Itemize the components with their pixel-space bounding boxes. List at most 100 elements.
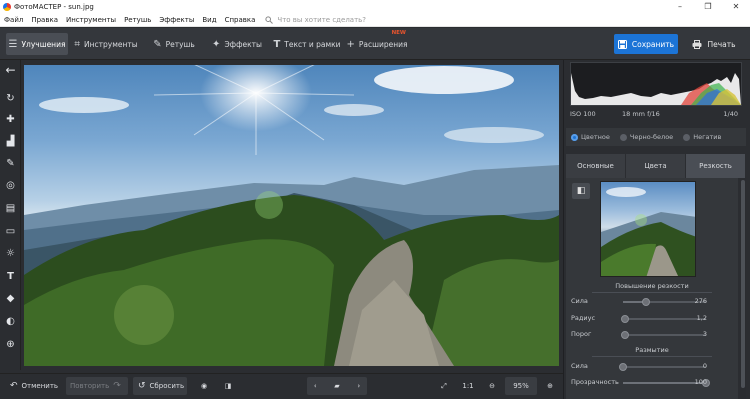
tab-text-frames-label: Текст и рамки	[284, 39, 341, 49]
menu-effects[interactable]: Эффекты	[155, 16, 198, 24]
menu-edit[interactable]: Правка	[27, 16, 62, 24]
menu-view[interactable]: Вид	[198, 16, 220, 24]
mode-color[interactable]: Цветное	[571, 133, 610, 141]
target-icon[interactable]: ⊕	[3, 337, 18, 352]
slider-threshold-label: Порог	[571, 330, 592, 338]
mode-bw[interactable]: Черно-белое	[619, 133, 674, 141]
floppy-disk-icon	[617, 39, 627, 49]
tab-effects[interactable]: ✦ Эффекты	[206, 33, 268, 55]
tab-sharpness[interactable]: Резкость	[686, 154, 746, 178]
lens-value: 18 mm f/16	[622, 110, 660, 118]
tab-enhance-label: Улучшения	[21, 39, 66, 49]
brush-tool-icon[interactable]: ✎	[3, 156, 18, 171]
new-badge: NEW	[391, 30, 406, 36]
zoom-out-icon[interactable]: ⊖	[485, 377, 499, 395]
save-button[interactable]: Сохранить	[614, 34, 678, 54]
blur-title-text: Размытие	[635, 346, 669, 354]
minimize-button[interactable]: –	[666, 0, 694, 13]
radial-filter-icon[interactable]: ◎	[3, 178, 18, 193]
crop-icon: ⌗	[74, 38, 80, 50]
edited-photo[interactable]	[24, 65, 559, 366]
actual-size-button[interactable]: 1:1	[460, 377, 476, 395]
sliders-icon: ☰	[8, 38, 18, 50]
tab-extensions[interactable]: + Расширения NEW	[346, 30, 408, 55]
left-tool-strip: ← ↻ ✚ ▟ ✎ ◎ ▤ ▭ ☼ T ◆ ◐ ⊕	[0, 60, 21, 370]
undo-button[interactable]: ↶ Отменить	[6, 377, 62, 395]
tab-effects-label: Эффекты	[224, 39, 262, 49]
reset-icon: ↺	[138, 381, 146, 391]
tab-extensions-label: Расширения	[358, 39, 408, 49]
zoom-in-icon[interactable]: ⊕	[543, 377, 557, 395]
slider-knob[interactable]	[642, 298, 651, 306]
scrollbar-thumb[interactable]	[741, 180, 745, 388]
slider-strength[interactable]: Сила 276	[571, 297, 739, 307]
search-placeholder: Что вы хотите сделать?	[277, 15, 367, 24]
before-after-icon[interactable]: ◨	[219, 377, 237, 395]
retouch-icon[interactable]: ◐	[3, 314, 18, 329]
redo-icon: ↷	[113, 381, 121, 391]
histogram-info: ISO 100 18 mm f/16 1/40	[570, 110, 742, 120]
iso-value: ISO 100	[570, 110, 596, 118]
text-icon: T	[273, 38, 281, 50]
brush-icon: ✎	[153, 38, 162, 50]
menu-bar: Файл Правка Инструменты Ретушь Эффекты В…	[0, 13, 750, 27]
light-icon[interactable]: ☼	[3, 246, 18, 261]
next-file-icon[interactable]: ›	[357, 382, 360, 390]
back-arrow-icon[interactable]: ←	[3, 62, 18, 77]
zoom-field[interactable]: 95%	[505, 377, 537, 395]
print-button[interactable]: Печать	[684, 34, 744, 54]
slider-opacity-value: 100	[694, 378, 707, 386]
tab-text-frames[interactable]: T Текст и рамки	[272, 33, 342, 55]
slider-threshold[interactable]: Порог 3	[571, 330, 739, 340]
menu-help[interactable]: Справка	[221, 16, 260, 24]
maximize-button[interactable]: ❐	[694, 0, 722, 13]
fit-screen-icon[interactable]: ⤢	[436, 377, 452, 395]
print-label: Печать	[707, 39, 736, 49]
prev-file-icon[interactable]: ‹	[314, 382, 317, 390]
slider-blur-strength[interactable]: Сила 0	[571, 362, 739, 372]
sharpen-section-title: Повышение резкости	[566, 282, 738, 293]
panel-tabs: Основные Цвета Резкость	[566, 154, 746, 178]
healing-brush-icon[interactable]: ✚	[3, 112, 18, 127]
slider-knob[interactable]	[620, 315, 629, 323]
undo-label: Отменить	[21, 382, 59, 390]
redo-button[interactable]: Повторить ↷	[66, 377, 128, 395]
vignette-icon[interactable]: ▭	[3, 224, 18, 239]
photo-landscape	[24, 65, 559, 366]
mode-bw-label: Черно-белое	[629, 133, 674, 141]
compare-icon[interactable]: ◧	[572, 183, 590, 199]
rotate-icon[interactable]: ↻	[3, 91, 18, 106]
tab-tools-label: Инструменты	[83, 39, 138, 49]
tab-enhance[interactable]: ☰ Улучшения	[6, 33, 68, 55]
menu-file[interactable]: Файл	[0, 16, 27, 24]
close-button[interactable]: ✕	[722, 0, 750, 13]
mode-negative[interactable]: Негатив	[683, 133, 721, 141]
tab-basic[interactable]: Основные	[566, 154, 626, 178]
menu-retouch[interactable]: Ретушь	[120, 16, 155, 24]
tab-tools[interactable]: ⌗ Инструменты	[72, 33, 140, 55]
slider-knob[interactable]	[619, 363, 627, 371]
slider-opacity[interactable]: Прозрачность 100	[571, 378, 739, 388]
slider-opacity-label: Прозрачность	[571, 378, 619, 386]
menu-search[interactable]: Что вы хотите сделать?	[265, 16, 366, 24]
radio-icon	[619, 133, 627, 141]
gradient-filter-icon[interactable]: ▤	[3, 201, 18, 216]
reset-button[interactable]: ↺ Сбросить	[133, 377, 187, 395]
slider-radius-label: Радиус	[571, 314, 596, 322]
slider-radius-value: 1,2	[696, 314, 707, 322]
tab-retouch[interactable]: ✎ Ретушь	[146, 33, 202, 55]
folder-icon[interactable]: ▰	[334, 382, 339, 390]
preview-eye-icon[interactable]: ◉	[195, 377, 213, 395]
slider-radius[interactable]: Радиус 1,2	[571, 314, 739, 324]
tab-colors[interactable]: Цвета	[626, 154, 686, 178]
menu-tools[interactable]: Инструменты	[62, 16, 120, 24]
fill-bucket-icon[interactable]: ◆	[3, 291, 18, 306]
section-divider	[592, 292, 712, 293]
slider-knob[interactable]	[620, 331, 629, 339]
histogram-graph	[571, 73, 741, 105]
file-navigator: ‹ ▰ ›	[307, 377, 367, 395]
stamp-icon[interactable]: ▟	[3, 134, 18, 149]
slider-strength-label: Сила	[571, 297, 588, 305]
radio-icon	[683, 133, 691, 141]
text-tool-icon[interactable]: T	[3, 269, 18, 284]
